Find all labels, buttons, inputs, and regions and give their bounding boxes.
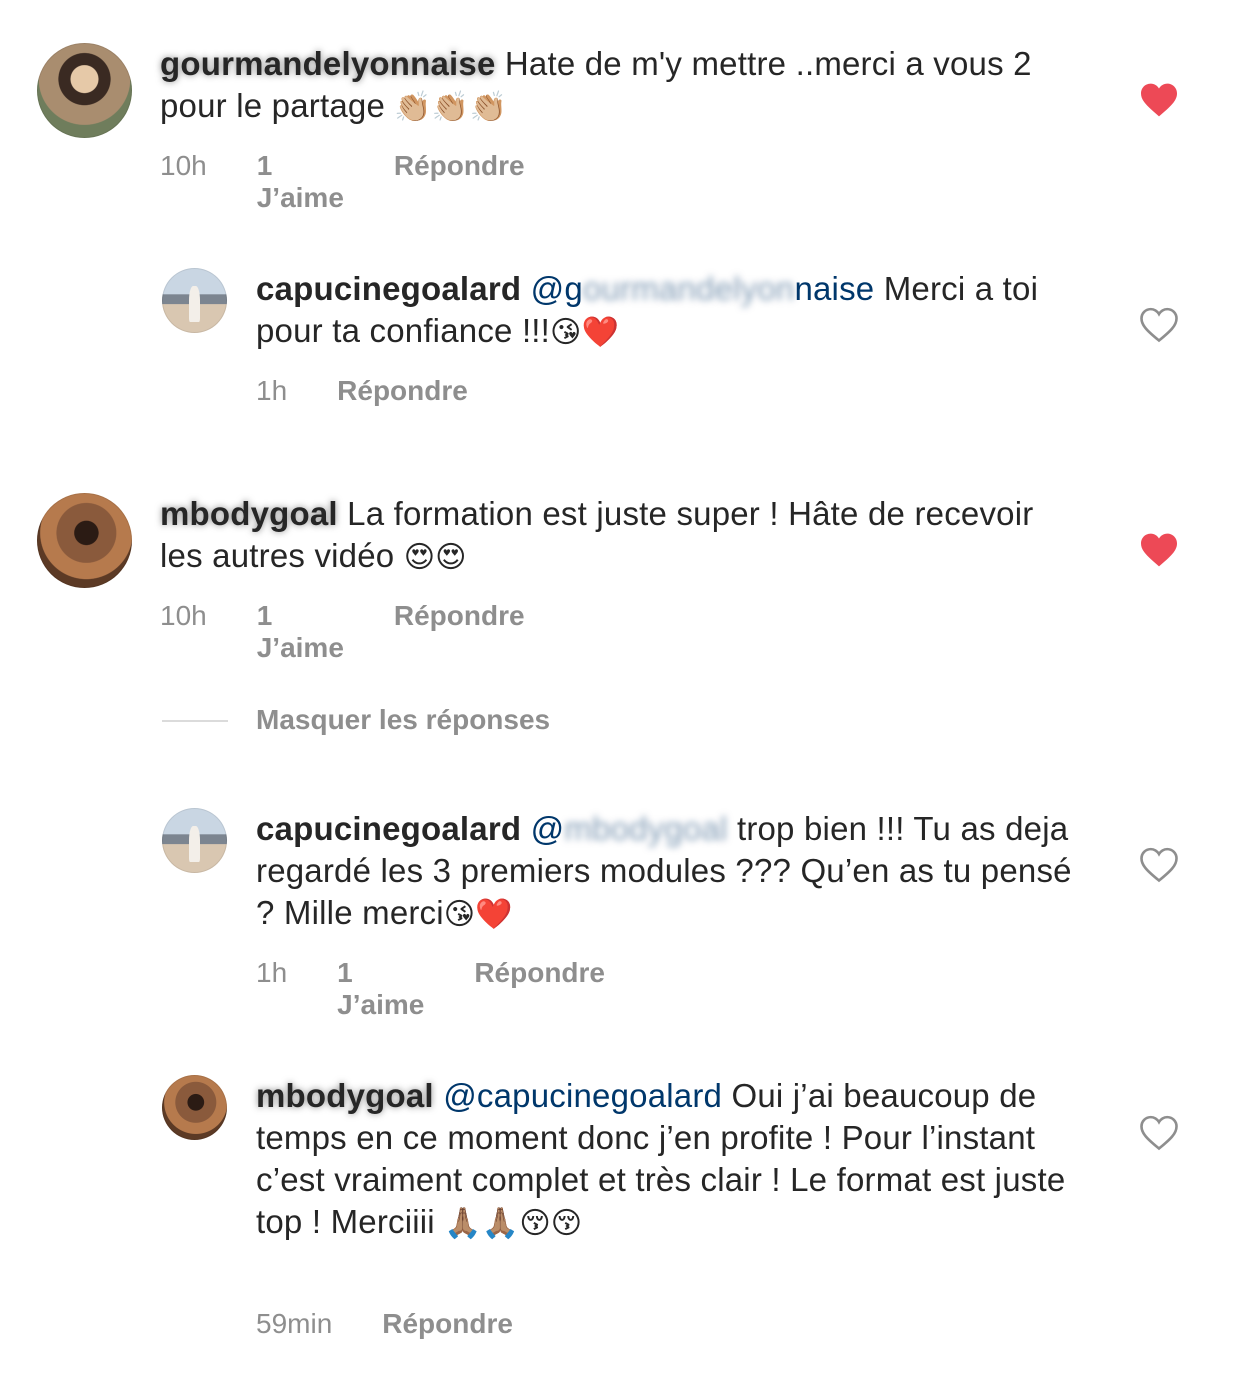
username-blurred[interactable]: gourmandelyonnaise	[160, 45, 496, 82]
timestamp: 10h	[160, 600, 207, 631]
avatar[interactable]	[162, 808, 227, 873]
comment-text: mbodygoal La formation est juste super !…	[160, 493, 1040, 579]
comment-meta: 10h 1 J’aime Répondre	[160, 600, 575, 664]
mention-link[interactable]: @capucinegoalard	[443, 1077, 722, 1114]
comment-text: capucinegoalard @mbodygoal trop bien !!!…	[256, 808, 1076, 936]
reply-button[interactable]: Répondre	[394, 600, 525, 664]
mention-link[interactable]: @gourmandelyonnaise	[531, 270, 875, 307]
username-blurred[interactable]: mbodygoal	[160, 495, 338, 532]
timestamp: 10h	[160, 150, 207, 181]
hide-replies-button[interactable]: Masquer les réponses	[256, 704, 550, 736]
avatar[interactable]	[37, 43, 132, 138]
kiss-heart-emoji: 😘❤️	[443, 897, 513, 932]
username-blurred[interactable]: mbodygoal	[256, 1077, 434, 1114]
comment-meta: 59min Répondre	[256, 1308, 563, 1340]
username[interactable]: capucinegoalard	[256, 270, 521, 307]
mention-link[interactable]: @mbodygoal	[531, 810, 728, 847]
avatar[interactable]	[37, 493, 132, 588]
heart-icon-filled[interactable]	[1139, 532, 1179, 568]
replies-divider	[162, 720, 228, 722]
likes-count[interactable]: 1 J’aime	[257, 600, 344, 664]
comment-meta: 1h Répondre	[256, 375, 518, 407]
comment-text: mbodygoal @capucinegoalard Oui j’ai beau…	[256, 1075, 1086, 1245]
likes-count[interactable]: 1 J’aime	[337, 957, 424, 1021]
comment-text: gourmandelyonnaise Hate de m'y mettre ..…	[160, 43, 1060, 129]
kiss-heart-emoji: 😘❤️	[550, 315, 620, 350]
comment-meta: 10h 1 J’aime Répondre	[160, 150, 575, 214]
reply-button[interactable]: Répondre	[382, 1308, 513, 1340]
heart-icon[interactable]	[1139, 307, 1179, 343]
reply-button[interactable]: Répondre	[337, 375, 468, 407]
heart-icon[interactable]	[1139, 1115, 1179, 1151]
comment-text: capucinegoalard @gourmandelyonnaise Merc…	[256, 268, 1076, 354]
heart-eyes-emoji: 😍😍	[403, 540, 467, 575]
username[interactable]: capucinegoalard	[256, 810, 521, 847]
heart-icon-filled[interactable]	[1139, 82, 1179, 118]
timestamp: 1h	[256, 375, 288, 406]
avatar[interactable]	[162, 1075, 227, 1140]
avatar[interactable]	[162, 268, 227, 333]
clap-emoji: 👏🏼👏🏼👏🏼	[394, 90, 508, 125]
reply-button[interactable]: Répondre	[394, 150, 525, 214]
timestamp: 1h	[256, 957, 288, 988]
timestamp: 59min	[256, 1308, 333, 1339]
reply-button[interactable]: Répondre	[474, 957, 605, 1021]
comment-meta: 1h 1 J’aime Répondre	[256, 957, 655, 1021]
pray-kiss-emoji: 🙏🏽🙏🏽😚😚	[444, 1206, 583, 1241]
heart-icon[interactable]	[1139, 847, 1179, 883]
likes-count[interactable]: 1 J’aime	[257, 150, 344, 214]
